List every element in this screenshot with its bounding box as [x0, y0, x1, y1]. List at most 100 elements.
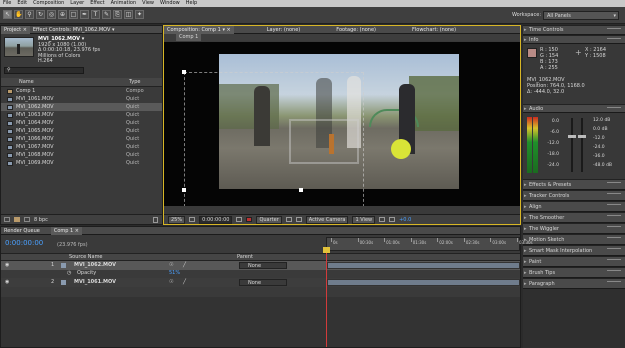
panel-menu-icon[interactable]: [607, 204, 621, 209]
viewer-timecode[interactable]: 0:00:00:00: [199, 215, 233, 224]
collapsed-panel-header[interactable]: Effects & Presets: [523, 179, 625, 190]
panel-menu-icon[interactable]: [607, 107, 621, 112]
menu-item[interactable]: Edit: [14, 0, 30, 7]
selection-tool-icon[interactable]: ↖: [3, 10, 12, 19]
reset-exposure-icon[interactable]: [389, 217, 396, 222]
exposure-value[interactable]: +0.0: [399, 217, 411, 223]
layer-name[interactable]: MVI_1061.MOV: [74, 279, 116, 285]
trash-icon[interactable]: [153, 216, 158, 223]
tab-project[interactable]: Project ×: [1, 25, 30, 34]
layer-row[interactable]: ◉ 1 MVI_1062.MOV ☉ ╱ None: [1, 261, 520, 270]
eye-icon[interactable]: ◉: [5, 279, 9, 285]
project-item[interactable]: MVI_1064.MOV Quict: [1, 119, 162, 127]
layer-row[interactable]: ◉ 2 MVI_1061.MOV ☉ ╱ None: [1, 278, 520, 287]
panel-menu-icon[interactable]: [607, 193, 621, 198]
quality-switch-icon[interactable]: ╱: [183, 262, 186, 268]
project-item[interactable]: MVI_1062.MOV Quict: [1, 103, 162, 111]
transform-handle[interactable]: [182, 188, 186, 192]
collapsed-panel-header[interactable]: The Wiggler: [523, 223, 625, 234]
menu-item[interactable]: Layer: [67, 0, 87, 7]
parent-dropdown[interactable]: None: [239, 279, 287, 286]
tab-composition[interactable]: Composition: Comp 1 ▾ ×: [164, 25, 234, 34]
panel-menu-icon[interactable]: [607, 248, 621, 253]
collapsed-panel-header[interactable]: The Smoother: [523, 212, 625, 223]
rotate-tool-icon[interactable]: ↻: [36, 10, 45, 19]
collapsed-panel-header[interactable]: Brush Tips: [523, 267, 625, 278]
menu-item[interactable]: Composition: [30, 0, 67, 7]
layer-duration-bar[interactable]: [327, 279, 520, 286]
color-channel-icon[interactable]: [246, 217, 253, 222]
zoom-tool-icon[interactable]: ⚲: [25, 10, 34, 19]
collapsed-panel-header[interactable]: Tracker Controls: [523, 190, 625, 201]
stopwatch-icon[interactable]: ◷: [67, 270, 71, 276]
type-tool-icon[interactable]: T: [91, 10, 100, 19]
pen-tool-icon[interactable]: ✒: [80, 10, 89, 19]
eye-icon[interactable]: ◉: [5, 262, 9, 268]
panel-menu-icon[interactable]: [607, 281, 621, 286]
column-header-name[interactable]: Name: [19, 79, 129, 85]
snapshot-icon[interactable]: [189, 217, 196, 222]
column-parent[interactable]: Parent: [237, 254, 253, 260]
collapsed-panel-header[interactable]: Smart Mask Interpolation: [523, 245, 625, 256]
active-camera-dropdown[interactable]: Active Camera: [305, 215, 349, 224]
tab-comp-1[interactable]: Comp 1 ×: [50, 226, 82, 235]
rectangle-mask-tool-icon[interactable]: □: [69, 10, 78, 19]
menu-item[interactable]: View: [139, 0, 157, 7]
opacity-value[interactable]: 51%: [169, 270, 180, 276]
playhead[interactable]: [326, 253, 327, 347]
new-comp-icon[interactable]: [24, 217, 30, 222]
menu-item[interactable]: File: [0, 0, 14, 7]
layer-name[interactable]: MVI_1062.MOV: [74, 262, 116, 268]
panel-menu-icon[interactable]: [607, 270, 621, 275]
collapsed-panel-header[interactable]: Paint: [523, 256, 625, 267]
panel-menu-icon[interactable]: [607, 237, 621, 242]
panel-menu-icon[interactable]: [607, 259, 621, 264]
tab-effect-controls[interactable]: Effect Controls: MVI_1062.MOV ▾: [30, 26, 118, 34]
shy-switch-icon[interactable]: ☉: [169, 262, 173, 268]
tab-footage[interactable]: Footage: (none): [333, 26, 379, 34]
quality-switch-icon[interactable]: ╱: [183, 279, 186, 285]
collapsed-panel-header[interactable]: Align: [523, 201, 625, 212]
camera-tool-icon[interactable]: ◎: [47, 10, 56, 19]
menu-item[interactable]: Animation: [108, 0, 140, 7]
composition-viewport[interactable]: [164, 42, 520, 206]
project-item[interactable]: Comp 1 Compo: [1, 87, 162, 95]
transform-handle[interactable]: [299, 188, 303, 192]
interpret-footage-icon[interactable]: [4, 217, 10, 222]
brush-tool-icon[interactable]: ✎: [102, 10, 111, 19]
puppet-pin-tool-icon[interactable]: ✦: [135, 10, 144, 19]
project-item[interactable]: MVI_1069.MOV Quict: [1, 159, 162, 167]
layer-bounding-box[interactable]: [184, 72, 364, 206]
project-item[interactable]: MVI_1066.MOV Quict: [1, 135, 162, 143]
project-item[interactable]: MVI_1065.MOV Quict: [1, 127, 162, 135]
eraser-tool-icon[interactable]: ◫: [124, 10, 133, 19]
audio-slider-handle[interactable]: [578, 135, 586, 138]
comp-navigator-tab[interactable]: Comp 1: [176, 34, 202, 41]
tab-render-queue[interactable]: Render Queue: [1, 227, 43, 235]
panel-menu-icon[interactable]: [607, 215, 621, 220]
fast-preview-icon[interactable]: [379, 217, 386, 222]
project-item[interactable]: MVI_1061.MOV Quict: [1, 95, 162, 103]
column-header-type[interactable]: Type: [129, 79, 140, 85]
hand-tool-icon[interactable]: ✋: [14, 10, 23, 19]
audio-slider-right[interactable]: [581, 118, 583, 172]
panel-menu-icon[interactable]: [607, 182, 621, 187]
zoom-dropdown[interactable]: 25%: [168, 215, 186, 224]
resolution-dropdown[interactable]: Quarter: [256, 215, 282, 224]
bpc-label[interactable]: 8 bpc: [34, 217, 48, 223]
menu-item[interactable]: Effect: [87, 0, 107, 7]
panel-menu-icon[interactable]: [607, 226, 621, 231]
panel-menu-icon[interactable]: [607, 28, 621, 33]
camera-icon[interactable]: [236, 217, 243, 222]
project-search-input[interactable]: ⚲: [4, 67, 84, 74]
layer-duration-bar[interactable]: [327, 262, 520, 269]
project-item[interactable]: MVI_1068.MOV Quict: [1, 151, 162, 159]
region-of-interest-icon[interactable]: [285, 217, 292, 222]
menu-item[interactable]: Help: [183, 0, 200, 7]
time-controls-panel-header[interactable]: Time Controls: [523, 25, 625, 35]
transparency-grid-icon[interactable]: [295, 217, 302, 222]
timeline-timecode[interactable]: 0:00:00:00: [5, 239, 43, 247]
shy-switch-icon[interactable]: ☉: [169, 279, 173, 285]
audio-slider-left[interactable]: [571, 118, 573, 172]
panel-menu-icon[interactable]: [607, 38, 621, 43]
